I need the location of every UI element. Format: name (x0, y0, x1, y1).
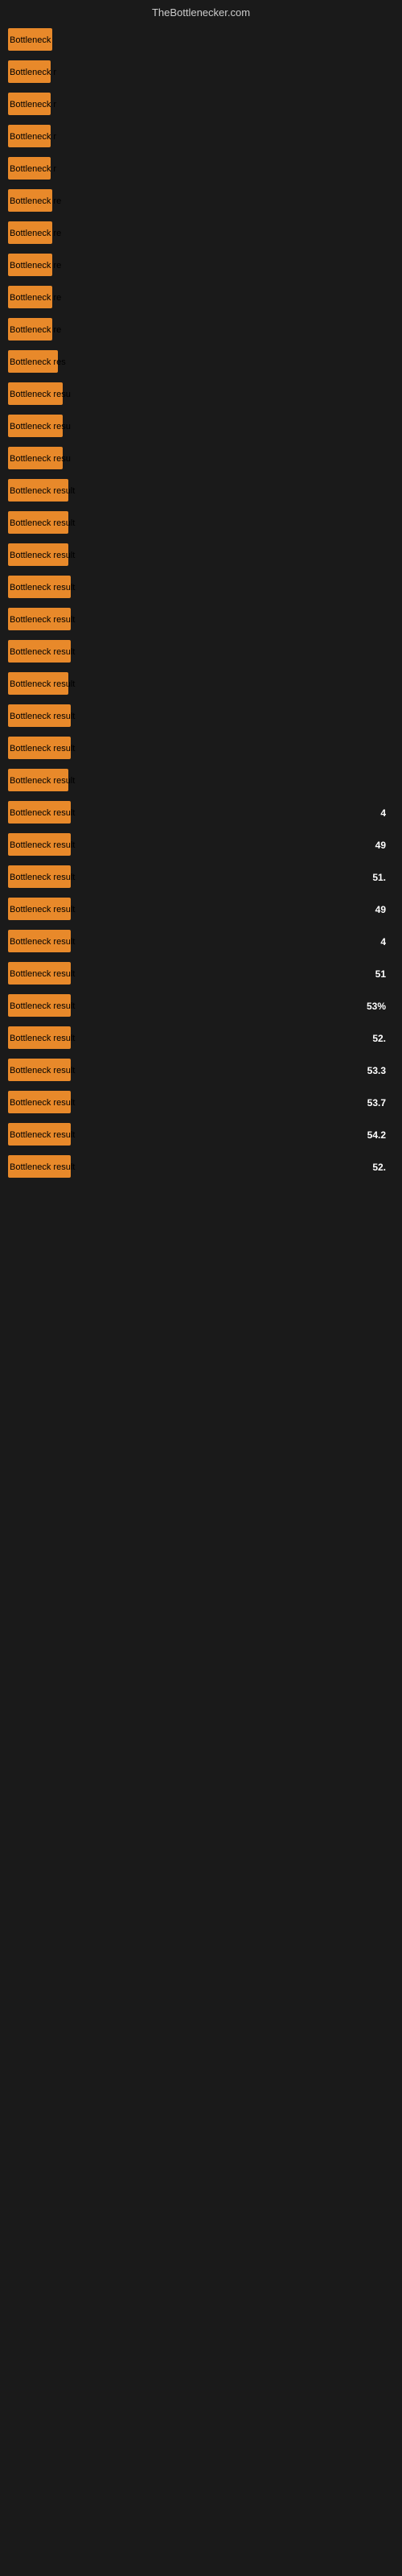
bar-label: Bottleneck result (10, 583, 75, 592)
bar-row: Bottleneck result 49 (8, 894, 394, 925)
bar-row: Bottleneck r (8, 89, 394, 120)
bar-row: Bottleneck r (8, 154, 394, 184)
bar-row: Bottleneck result (8, 766, 394, 796)
bar-label: Bottleneck r (10, 68, 56, 77)
bar-value: 52. (372, 1033, 386, 1044)
bar-label: Bottleneck result (10, 776, 75, 786)
bar-label: Bottleneck result (10, 551, 75, 560)
bar-label: Bottleneck result (10, 486, 75, 496)
bar-label: Bottleneck result (10, 1162, 75, 1172)
bar-label: Bottleneck re (10, 325, 61, 335)
bar-row: Bottleneck re (8, 186, 394, 217)
bar-row: Bottleneck r (8, 122, 394, 152)
bar-row: Bottleneck res (8, 347, 394, 378)
bar-row: Bottleneck resu (8, 411, 394, 442)
bar-label: Bottleneck result (10, 712, 75, 721)
bar-row: Bottleneck result (8, 701, 394, 732)
bar-label: Bottleneck resu (10, 390, 71, 399)
bar-row: Bottleneck result (8, 540, 394, 571)
bar-row: Bottleneck result 53.3 (8, 1055, 394, 1086)
bar-row: Bottleneck result (8, 508, 394, 539)
bar-label: Bottleneck resu (10, 422, 71, 431)
bar-label: Bottleneck re (10, 196, 61, 206)
bar-row: Bottleneck result 54.2 (8, 1120, 394, 1150)
bar-label: Bottleneck result (10, 1001, 75, 1011)
bar-value: 51. (372, 872, 386, 883)
bar-label: Bottleneck re (10, 293, 61, 303)
bar-value: 54.2 (367, 1129, 386, 1141)
bar-value: 53.3 (367, 1065, 386, 1076)
bar-row: Bottleneck re (8, 315, 394, 345)
bar-label: Bottleneck result (10, 905, 75, 914)
bar-label: Bottleneck result (10, 840, 75, 850)
bar-row: Bottleneck re (8, 283, 394, 313)
bar-row: Bottleneck result 51 (8, 959, 394, 989)
bar-value: 49 (375, 904, 386, 915)
bar-value: 4 (380, 936, 386, 947)
header: TheBottlenecker.com (0, 0, 402, 22)
bar-label: Bottleneck result (10, 1034, 75, 1043)
bar-row: Bottleneck result 52. (8, 1023, 394, 1054)
bar-row: Bottleneck result 4 (8, 798, 394, 828)
bar-row: Bottleneck result 52. (8, 1152, 394, 1183)
bar-row: Bottleneck result (8, 572, 394, 603)
bar-row: Bottleneck (8, 25, 394, 56)
bar-label: Bottleneck result (10, 873, 75, 882)
bar-row: Bottleneck r (8, 57, 394, 88)
bar-row: Bottleneck result (8, 605, 394, 635)
bar-label: Bottleneck resu (10, 454, 71, 464)
bar-label: Bottleneck result (10, 1066, 75, 1075)
bar-label: Bottleneck result (10, 647, 75, 657)
bar-label: Bottleneck result (10, 937, 75, 947)
bar-row: Bottleneck result 49 (8, 830, 394, 861)
chart-container: Bottleneck Bottleneck r Bottleneck r Bottle… (0, 22, 402, 1187)
bar-row: Bottleneck re (8, 218, 394, 249)
bar-label: Bottleneck result (10, 744, 75, 753)
bar-row: Bottleneck resu (8, 444, 394, 474)
bar-label: Bottleneck r (10, 100, 56, 109)
bar-row: Bottleneck result (8, 476, 394, 506)
bar-label: Bottleneck res (10, 357, 66, 367)
bar-row: Bottleneck result 4 (8, 927, 394, 957)
bar-row: Bottleneck result 51. (8, 862, 394, 893)
bar-label: Bottleneck (10, 35, 51, 45)
bar-value: 53.7 (367, 1097, 386, 1108)
bar-label: Bottleneck r (10, 164, 56, 174)
bar-label: Bottleneck re (10, 261, 61, 270)
bar-value: 52. (372, 1162, 386, 1173)
bar-row: Bottleneck result (8, 733, 394, 764)
bar-row: Bottleneck result 53.7 (8, 1088, 394, 1118)
bar-label: Bottleneck result (10, 1098, 75, 1108)
bar-value: 51 (375, 968, 386, 980)
bar-value: 4 (380, 807, 386, 819)
bar-label: Bottleneck result (10, 518, 75, 528)
bar-label: Bottleneck result (10, 615, 75, 625)
site-title: TheBottlenecker.com (152, 6, 250, 19)
bar-row: Bottleneck re (8, 250, 394, 281)
bar-label: Bottleneck result (10, 808, 75, 818)
bar-value: 49 (375, 840, 386, 851)
bar-row: Bottleneck result 53% (8, 991, 394, 1022)
bar-row: Bottleneck result (8, 637, 394, 667)
bar-value: 53% (367, 1001, 386, 1012)
bar-label: Bottleneck result (10, 969, 75, 979)
bar-row: Bottleneck resu (8, 379, 394, 410)
bar-label: Bottleneck result (10, 1130, 75, 1140)
bar-label: Bottleneck r (10, 132, 56, 142)
bar-row: Bottleneck result (8, 669, 394, 700)
bar-label: Bottleneck result (10, 679, 75, 689)
bar-label: Bottleneck re (10, 229, 61, 238)
